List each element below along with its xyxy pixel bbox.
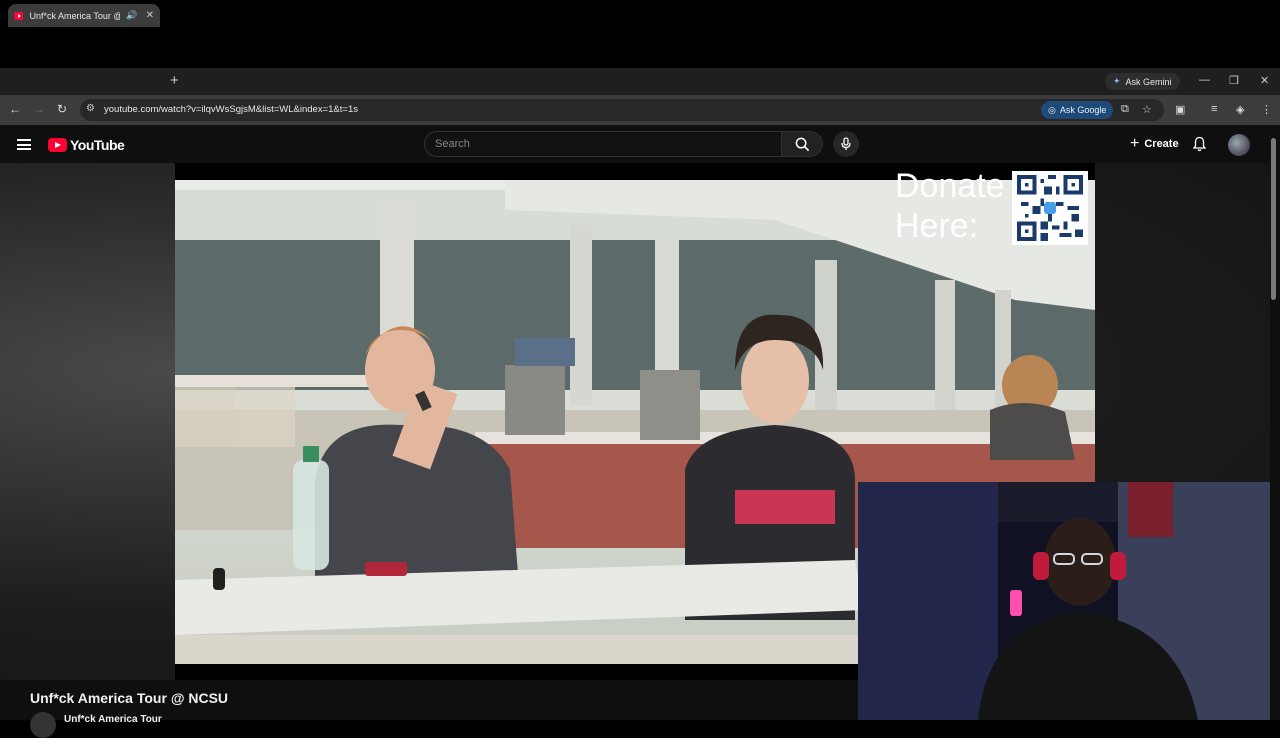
back-arrow-icon[interactable]: ← [9,102,21,116]
search-icon [795,137,809,151]
ask-google-label: Ask Google [1059,105,1107,115]
tab-title: Unf*ck America Tour @ NCSU - YouTube [29,10,120,21]
donate-overlay-text: Donate Here: [895,167,1005,245]
channel-avatar[interactable] [30,712,56,738]
donation-qr-code [1012,171,1088,245]
webcam-scene [858,482,1270,720]
notifications-bell-icon[interactable] [1192,136,1207,157]
streamer-webcam-overlay [858,482,1270,720]
voice-search-button[interactable] [833,131,859,157]
plus-icon: + [1130,135,1140,152]
close-window-icon[interactable]: ✕ [1260,74,1269,87]
ask-gemini-button[interactable]: ✦ Ask Gemini [1105,73,1180,90]
url-text[interactable]: youtube.com/watch?v=ilqvWsSgjsM&list=WL&… [104,104,358,115]
bookmark-star-icon[interactable]: ☆ [1142,103,1152,116]
forward-arrow-icon[interactable]: → [33,102,45,116]
search-input[interactable]: Search [424,131,782,157]
ask-gemini-label: Ask Gemini [1125,76,1172,87]
reload-icon[interactable]: ↻ [57,102,67,116]
player-letterbox-bottom [175,664,858,680]
create-label: Create [1144,138,1179,150]
video-title: Unf*ck America Tour @ NCSU [30,690,229,706]
close-tab-icon[interactable]: ✕ [146,10,154,21]
gemini-sparkle-icon: ✦ [1113,76,1121,86]
search-button[interactable] [781,131,823,157]
media-controls-icon[interactable]: ≡ [1211,103,1217,115]
account-avatar[interactable] [1228,134,1250,156]
speaker-icon[interactable]: 🔊 [126,10,137,21]
microphone-icon [841,137,851,150]
lens-icon: ◎ [1048,104,1056,115]
tab-search-icon[interactable]: ▣ [1175,103,1185,116]
minimize-icon[interactable]: — [1199,74,1210,86]
youtube-play-icon [48,138,67,152]
hamburger-menu-icon[interactable] [17,139,31,150]
youtube-wordmark: YouTube [70,137,125,153]
youtube-favicon-icon [14,11,24,20]
extension-icon[interactable]: ◈ [1236,103,1244,116]
install-app-icon[interactable]: ⧉ [1121,103,1129,116]
menu-kebab-icon[interactable]: ⋮ [1261,103,1272,116]
youtube-logo[interactable]: YouTube [48,137,125,153]
create-button[interactable]: + Create [1120,131,1189,157]
restore-icon[interactable]: ❐ [1229,74,1239,87]
ask-google-button[interactable]: ◎ Ask Google [1041,101,1114,119]
new-tab-button[interactable]: + [170,72,179,89]
page-scrollbar[interactable] [1271,138,1276,300]
tab-strip [0,68,1280,95]
browser-tab-active[interactable]: Unf*ck America Tour @ NCSU - YouTube 🔊 ✕ [8,4,160,27]
black-top-margin [0,0,1280,68]
site-info-icon[interactable]: ⚙ [86,103,95,114]
